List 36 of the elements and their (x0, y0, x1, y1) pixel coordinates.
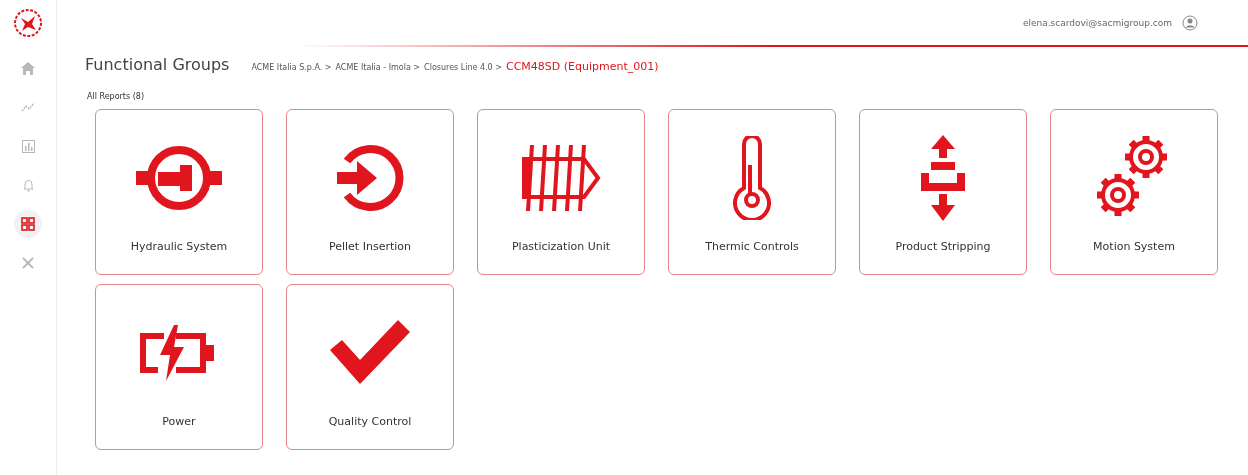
group-card[interactable]: Plasticization Unit (477, 109, 645, 275)
breadcrumb-item[interactable]: Closures Line 4.0 > (424, 63, 502, 72)
group-card[interactable]: Pellet Insertion (286, 109, 454, 275)
arrows-up-down-icon (921, 135, 965, 221)
user-email: elena.scardovi@sacmigroup.com (1022, 17, 1172, 28)
group-label: Thermic Controls (705, 240, 799, 253)
group-card[interactable]: Hydraulic System (95, 109, 263, 275)
grid-icon[interactable] (21, 217, 35, 231)
group-label: Hydraulic System (130, 240, 228, 253)
arrow-in-circle-icon (335, 143, 405, 213)
trend-icon[interactable] (21, 102, 35, 112)
check-icon (330, 320, 410, 386)
bell-icon[interactable] (22, 178, 34, 192)
reports-count: All Reports (8) (86, 91, 146, 101)
breadcrumb-item[interactable]: ACME Italia S.p.A. > (251, 63, 332, 72)
breadcrumb-item[interactable]: ACME Italia - Imola > (335, 63, 421, 72)
thermometer-icon (730, 136, 774, 220)
breadcrumb-item: CCM48SD (Equipment_001) (505, 60, 659, 73)
group-card[interactable]: Product Stripping (859, 109, 1027, 275)
group-label: Quality Control (328, 415, 412, 428)
group-label: Product Stripping (895, 240, 991, 253)
group-card[interactable]: Motion System (1050, 109, 1218, 275)
group-label: Motion System (1093, 240, 1175, 253)
group-label: Plasticization Unit (511, 240, 611, 253)
hydraulic-icon (136, 143, 222, 213)
group-card[interactable]: Quality Control (286, 284, 454, 450)
sidebar-item[interactable] (14, 210, 42, 238)
logo-icon[interactable] (13, 8, 43, 38)
user-icon[interactable] (1182, 14, 1198, 31)
group-label: Power (162, 415, 196, 428)
bar-chart-icon[interactable] (21, 139, 35, 153)
group-label: Pellet Insertion (329, 240, 411, 253)
page-title: Functional Groups (85, 55, 230, 74)
home-icon[interactable] (21, 61, 35, 75)
group-card[interactable]: Thermic Controls (668, 109, 836, 275)
group-card[interactable]: Power (95, 284, 263, 450)
